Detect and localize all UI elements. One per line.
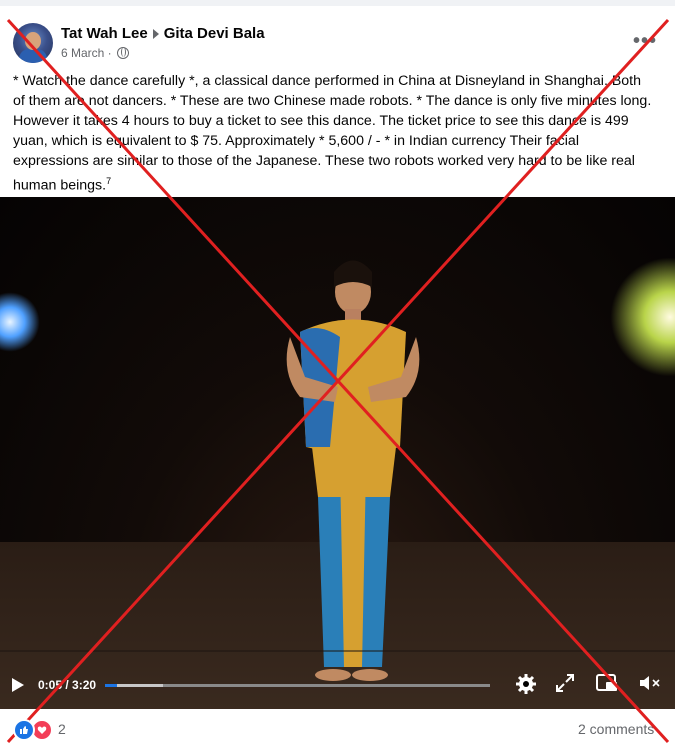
post-meta: 6 March ·	[61, 46, 129, 60]
post-footnote: 7	[106, 176, 112, 186]
muted-speaker-icon[interactable]	[638, 673, 662, 693]
post-header-names: Tat Wah Lee Gita Devi Bala	[61, 25, 265, 42]
video-player[interactable]	[0, 197, 675, 709]
stage-edge	[0, 650, 675, 652]
gear-icon[interactable]	[515, 673, 537, 695]
dancer-figure	[286, 260, 420, 681]
avatar-shirt	[19, 49, 47, 63]
play-icon[interactable]	[12, 678, 24, 692]
progress-bar[interactable]	[105, 684, 490, 687]
avatar[interactable]	[13, 23, 53, 63]
video-controls: 0:05 / 3:20	[0, 668, 675, 704]
post-footer: 2 2 comments	[0, 712, 675, 742]
post-text: * Watch the dance carefully *, a classic…	[13, 71, 653, 196]
like-icon[interactable]	[13, 719, 35, 741]
more-options-button[interactable]: •••	[633, 30, 657, 53]
author-name[interactable]: Tat Wah Lee	[61, 25, 148, 42]
expand-icon[interactable]	[555, 673, 575, 693]
video-time: 0:05 / 3:20	[38, 678, 97, 692]
post-date[interactable]: 6 March ·	[61, 46, 112, 60]
progress-played	[105, 684, 117, 687]
reaction-count[interactable]: 2	[58, 721, 66, 737]
arrow-right-icon	[152, 28, 159, 39]
comments-link[interactable]: 2 comments	[578, 721, 654, 737]
target-name[interactable]: Gita Devi Bala	[164, 25, 265, 42]
avatar-face	[25, 32, 41, 50]
globe-icon	[116, 47, 129, 59]
picture-in-picture-icon[interactable]	[596, 673, 618, 693]
